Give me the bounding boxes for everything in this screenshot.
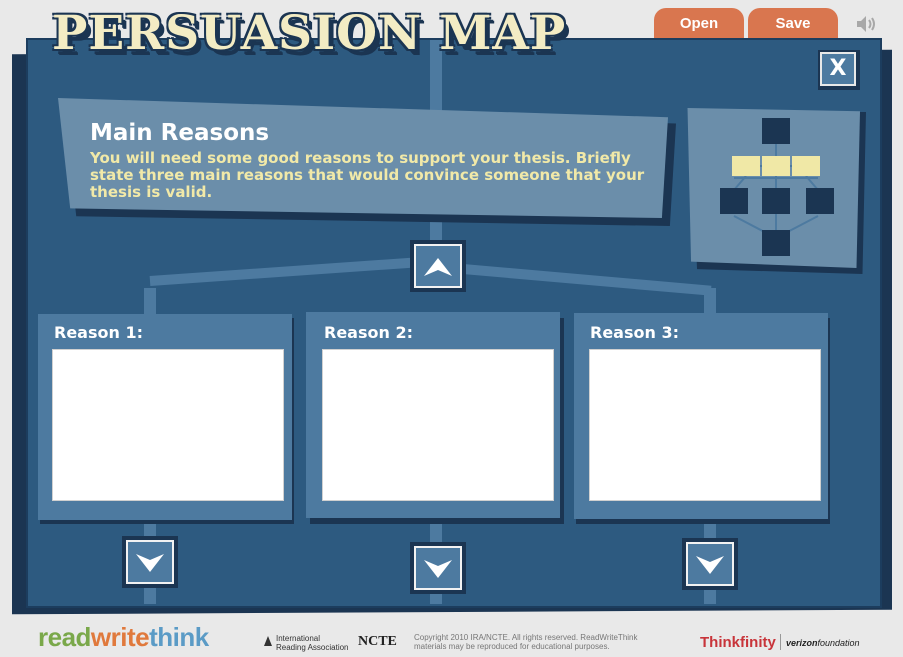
minimap-fact-box	[720, 188, 748, 214]
minimap-reason-box	[792, 156, 820, 176]
down-arrow-button-2[interactable]	[410, 542, 466, 594]
down-arrow-button-face	[414, 546, 462, 590]
copyright-text: Copyright 2010 IRA/NCTE. All rights rese…	[414, 633, 674, 651]
footer-divider	[780, 634, 781, 650]
verizon-wordmark: verizon	[786, 638, 818, 648]
down-arrow-icon	[424, 560, 452, 578]
down-arrow-button-face	[686, 542, 734, 586]
minimap[interactable]	[687, 108, 860, 268]
down-arrow-button-3[interactable]	[682, 538, 738, 590]
up-arrow-button[interactable]	[410, 240, 466, 292]
thinkfinity-logo[interactable]: Thinkfinity	[700, 634, 776, 651]
ira-line-2: Reading Association	[276, 643, 349, 652]
down-arrow-icon	[136, 554, 164, 572]
reason-input-3[interactable]	[589, 349, 821, 501]
section-title: Main Reasons	[90, 120, 270, 146]
logo-think: think	[149, 622, 209, 652]
verizon-foundation-logo[interactable]: verizonfoundation	[786, 638, 860, 648]
minimap-reason-box	[732, 156, 760, 176]
down-arrow-button-1[interactable]	[122, 536, 178, 588]
reason-label-1: Reason 1:	[54, 323, 143, 342]
verizon-suffix: foundation	[817, 638, 860, 648]
speaker-icon[interactable]	[855, 14, 877, 34]
minimap-fact-box	[762, 188, 790, 214]
ncte-logo[interactable]: NCTE	[358, 634, 397, 650]
close-icon: X	[820, 52, 856, 86]
minimap-fact-box	[806, 188, 834, 214]
down-arrow-icon	[696, 556, 724, 574]
open-button[interactable]: Open	[654, 8, 744, 38]
section-description: You will need some good reasons to suppo…	[90, 149, 645, 201]
copyright-line-2: materials may be reproduced for educatio…	[414, 642, 610, 651]
reason-input-1[interactable]	[52, 349, 284, 501]
ira-line-1: International	[276, 634, 321, 643]
ira-logo-icon	[264, 636, 272, 646]
reason-input-2[interactable]	[322, 349, 554, 501]
up-arrow-icon	[424, 258, 452, 276]
copyright-line-1: Copyright 2010 IRA/NCTE. All rights rese…	[414, 633, 638, 642]
logo-read: read	[38, 622, 91, 652]
reason-label-2: Reason 2:	[324, 323, 413, 342]
logo-write: write	[90, 622, 150, 652]
ira-logo-text[interactable]: International Reading Association	[276, 634, 349, 652]
minimap-thesis-box	[762, 118, 790, 144]
app-title: PERSUASION MAP	[52, 6, 567, 61]
minimap-reason-box	[762, 156, 790, 176]
up-arrow-button-face	[414, 244, 462, 288]
save-button[interactable]: Save	[748, 8, 838, 38]
down-arrow-button-face	[126, 540, 174, 584]
reason-label-3: Reason 3:	[590, 323, 679, 342]
close-button[interactable]: X	[818, 50, 860, 90]
readwritethink-logo[interactable]: readwritethink	[38, 622, 209, 653]
minimap-conclusion-box	[762, 230, 790, 256]
